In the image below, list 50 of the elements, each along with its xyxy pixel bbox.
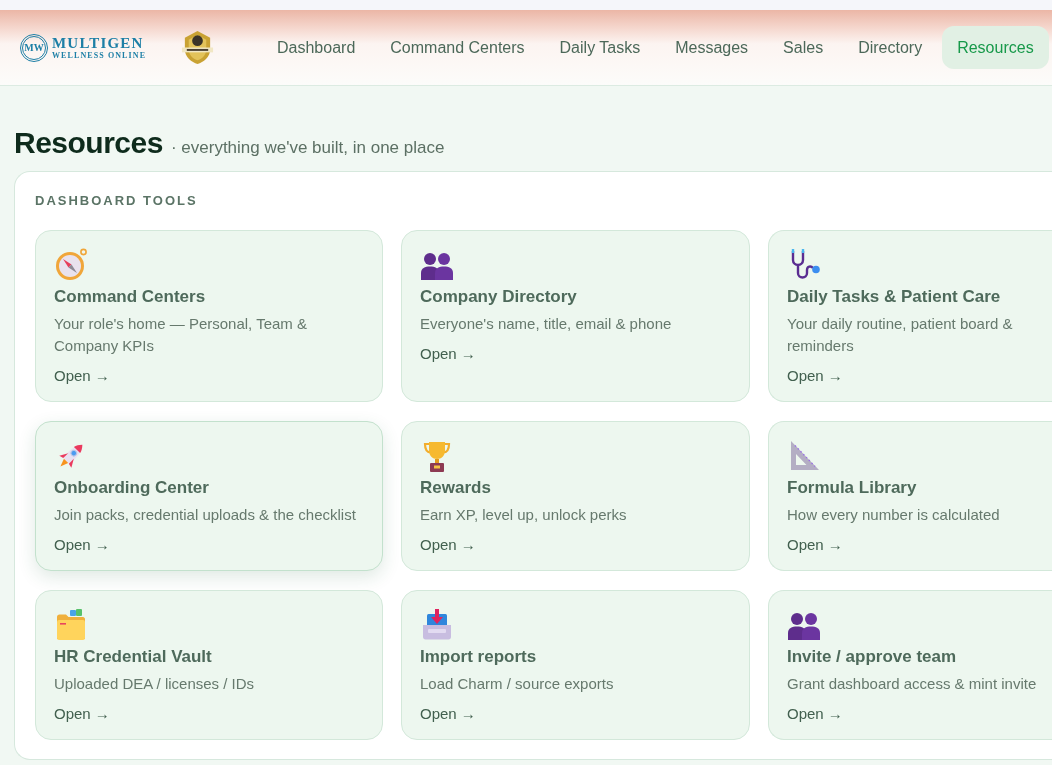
- tool-card[interactable]: Command Centers Your role's home — Personal, Team & Company KPIs Open →: [35, 230, 383, 402]
- card-title: Formula Library: [787, 477, 917, 499]
- folder-icon: [54, 608, 88, 642]
- tool-card[interactable]: Invite / approve team Grant dashboard access & mint invite Open →: [768, 590, 1052, 740]
- card-title: Company Directory: [420, 286, 577, 308]
- card-title: Rewards: [420, 477, 491, 499]
- tool-card[interactable]: Onboarding Center Join packs, credential uploads & the checklist Open →: [35, 421, 383, 571]
- card-description: Load Charm / source exports: [420, 674, 614, 694]
- nav-tab[interactable]: Directory: [843, 26, 938, 69]
- card-title: Import reports: [420, 646, 537, 668]
- section-heading: DASHBOARD TOOLS: [35, 193, 198, 209]
- tool-card[interactable]: Rewards Earn XP, level up, unlock perks Open →: [401, 421, 750, 571]
- card-description: Earn XP, level up, unlock perks: [420, 505, 627, 525]
- compass-icon: [54, 248, 88, 282]
- tool-card[interactable]: Daily Tasks & Patient Care Your daily routine, patient board & reminders Open →: [768, 230, 1052, 402]
- tool-card[interactable]: Formula Library How every number is calculated Open →: [768, 421, 1052, 571]
- page-title: Resources: [14, 125, 163, 161]
- open-link[interactable]: Open →: [787, 704, 843, 724]
- nav-tab[interactable]: Dashboard: [262, 26, 371, 69]
- card-description: Join packs, credential uploads & the checklist: [54, 505, 356, 525]
- nav-tab[interactable]: Sales: [768, 26, 839, 69]
- card-description: Everyone's name, title, email & phone: [420, 314, 672, 334]
- card-title: Daily Tasks & Patient Care: [787, 286, 1001, 308]
- nav-tab[interactable]: Messages: [660, 26, 764, 69]
- card-title: Command Centers: [54, 286, 206, 308]
- card-description: Your daily routine, patient board & reminders: [787, 314, 1014, 356]
- open-link[interactable]: Open →: [420, 535, 476, 555]
- card-description: How every number is calculated: [787, 505, 1000, 525]
- nav-tab[interactable]: Daily Tasks: [544, 26, 656, 69]
- nav-tab[interactable]: Command Centers: [375, 26, 540, 69]
- card-title: HR Credential Vault: [54, 646, 212, 668]
- inbox-tray-icon: [420, 608, 454, 642]
- card-description: Uploaded DEA / licenses / IDs: [54, 674, 255, 694]
- card-description: Grant dashboard access & mint invite: [787, 674, 1037, 694]
- open-link[interactable]: Open →: [787, 535, 843, 555]
- card-title: Onboarding Center: [54, 477, 209, 499]
- open-link[interactable]: Open →: [54, 535, 110, 555]
- card-title: Invite / approve team: [787, 646, 957, 668]
- card-description: Your role's home — Personal, Team & Company KPIs: [54, 314, 308, 356]
- tool-card[interactable]: Import reports Load Charm / source exports Open →: [401, 590, 750, 740]
- tool-card[interactable]: Company Directory Everyone's name, title, email & phone Open →: [401, 230, 750, 402]
- open-link[interactable]: Open →: [54, 366, 110, 386]
- tool-card[interactable]: HR Credential Vault Uploaded DEA / licenses / IDs Open →: [35, 590, 383, 740]
- open-link[interactable]: Open →: [54, 704, 110, 724]
- page-subtitle: · everything we've built, in one place: [170, 137, 445, 159]
- brand-tagline: WELLNESS ONLINE: [52, 50, 147, 60]
- brand-name: MULTIGEN: [52, 35, 145, 51]
- open-link[interactable]: Open →: [787, 366, 843, 386]
- open-link[interactable]: Open →: [420, 344, 476, 364]
- open-link[interactable]: Open →: [420, 704, 476, 724]
